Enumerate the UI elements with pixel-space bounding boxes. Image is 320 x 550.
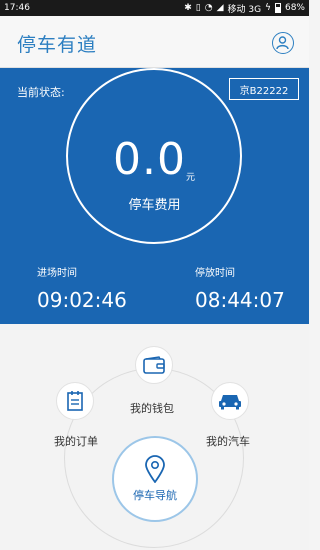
- parking-navigation-button[interactable]: 停车导航: [112, 436, 198, 522]
- wallet-button[interactable]: [135, 346, 173, 384]
- user-icon: [276, 36, 289, 50]
- fee-unit: 元: [186, 173, 196, 183]
- wifi-icon: ◔: [204, 3, 213, 13]
- orders-button[interactable]: [56, 382, 94, 420]
- duration-value: 08:44:07: [195, 288, 285, 312]
- battery-icon: [274, 3, 281, 13]
- entry-time-label: 进场时间: [37, 268, 77, 279]
- signal-icon: ◢: [216, 3, 224, 13]
- user-profile-button[interactable]: [272, 32, 294, 54]
- wallet-label[interactable]: 我的钱包: [130, 400, 174, 416]
- map-pin-icon: [145, 455, 165, 483]
- bluetooth-icon: ✱: [184, 3, 192, 13]
- fee-label: 停车费用: [128, 198, 181, 213]
- entry-time-value: 09:02:46: [37, 288, 127, 312]
- app-header: 停车有道: [0, 16, 309, 68]
- status-time: 17:46: [4, 3, 30, 13]
- duration-label: 停放时间: [195, 268, 235, 279]
- battery-level: 68%: [284, 3, 305, 13]
- orders-label[interactable]: 我的订单: [54, 433, 98, 449]
- current-status-label: 当前状态:: [17, 86, 65, 99]
- status-bar: 17:46 ✱ ▯ ◔ ◢ 移动 3G ϟ 68%: [0, 0, 309, 16]
- license-plate-button[interactable]: 京B22222: [229, 78, 299, 100]
- fee-value: 0.0: [113, 134, 186, 185]
- app-logo: 停车有道: [17, 34, 98, 56]
- carrier-label: 移动 3G: [227, 4, 262, 15]
- vibrate-icon: ▯: [195, 3, 201, 13]
- navigation-label: 停车导航: [133, 489, 177, 502]
- car-icon: [219, 395, 241, 410]
- cars-label[interactable]: 我的汽车: [206, 433, 250, 449]
- wallet-icon: [143, 356, 165, 374]
- order-list-icon: [67, 391, 83, 411]
- parking-status-panel: 当前状态: 京B22222 0.0 元 停车费用 进场时间 09:02:46 停…: [0, 68, 309, 324]
- cars-button[interactable]: [211, 382, 249, 420]
- charging-icon: ϟ: [265, 3, 271, 13]
- menu-area: 我的钱包 我的订单 我的汽车 停车导航: [0, 324, 309, 550]
